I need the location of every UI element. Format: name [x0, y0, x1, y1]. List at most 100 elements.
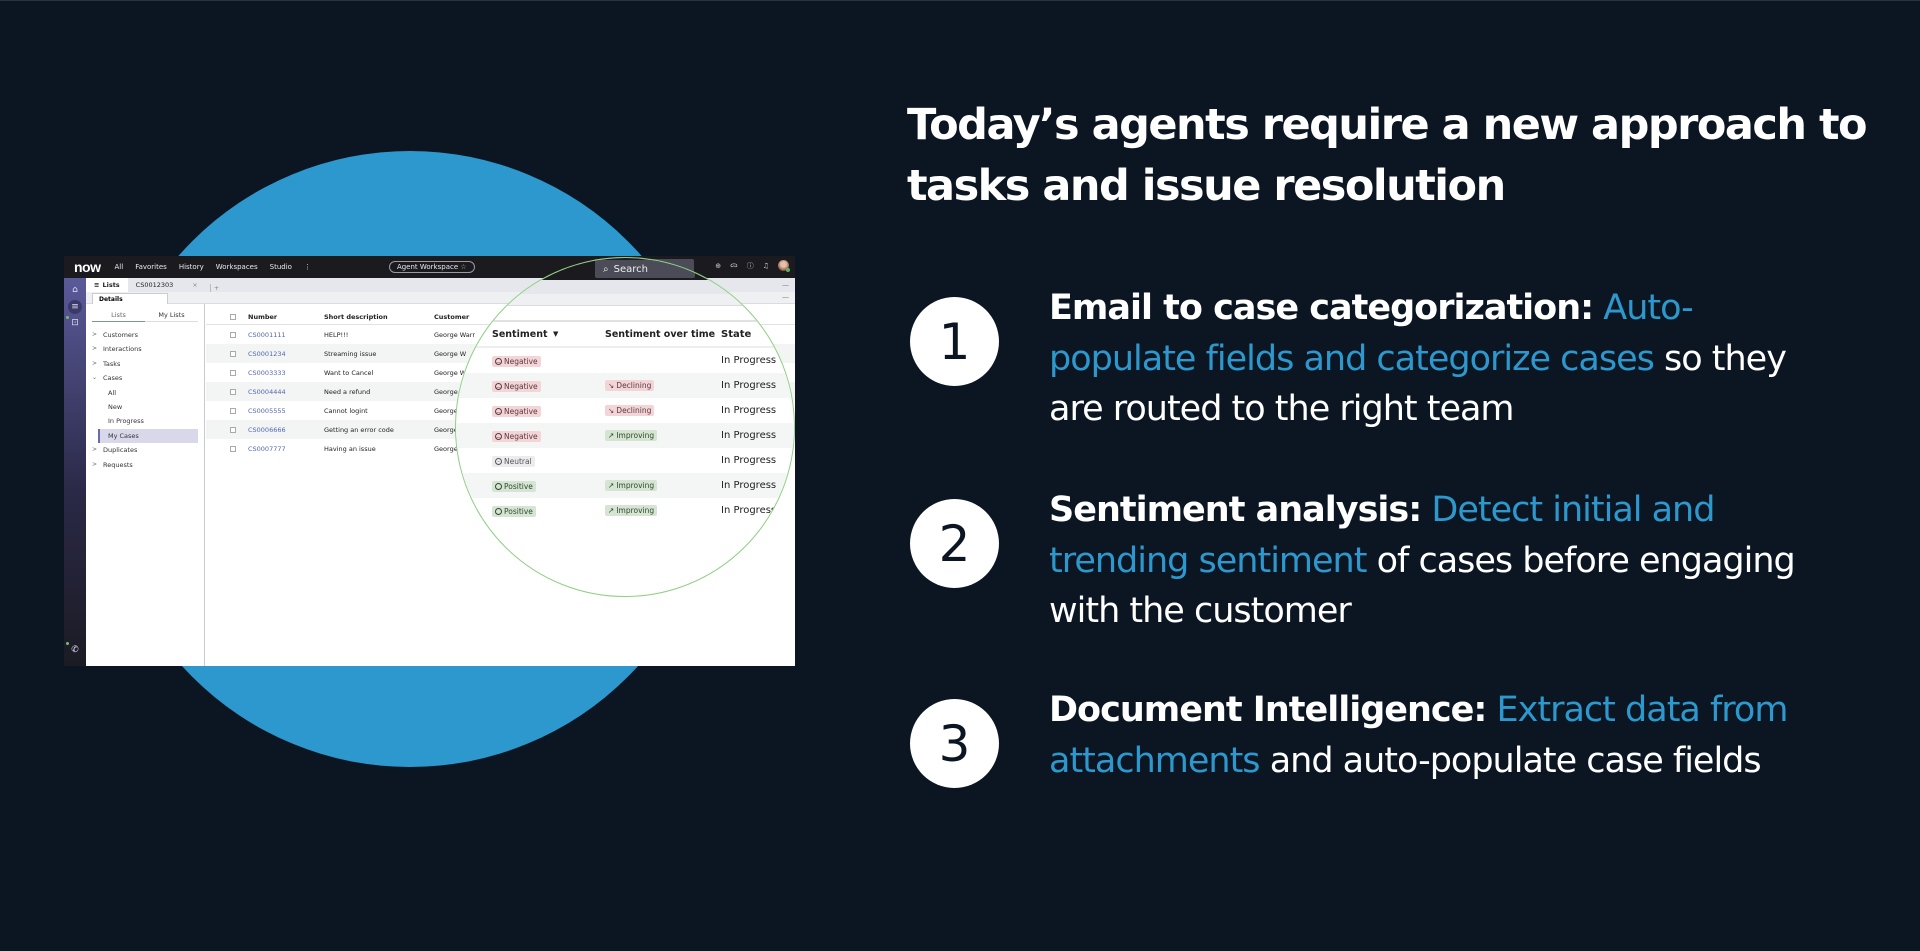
case-description: Streaming issue — [324, 349, 377, 358]
tree-item-label: Customers — [103, 331, 138, 339]
phone-icon[interactable]: ✆ — [68, 643, 82, 657]
tree-item-all[interactable]: All — [86, 386, 204, 400]
tab-lists-panel[interactable]: Lists — [92, 308, 145, 322]
col-sentiment-over-time[interactable]: Sentiment over time — [605, 329, 715, 340]
trend-badge: ↗ Improving — [605, 480, 658, 491]
case-number-link[interactable]: CS0004444 — [248, 388, 286, 396]
trend-badge: ↗ Improving — [605, 430, 658, 441]
sentiment-row[interactable]: ︵ Negative ↘ Declining In Progress — [456, 373, 794, 398]
case-description: Want to Cancel — [324, 368, 374, 377]
tree-item-interactions[interactable]: > Interactions — [86, 342, 204, 356]
trend-badge: ↘ Declining — [605, 380, 655, 391]
trend-down-icon: ↘ — [608, 406, 615, 415]
close-icon[interactable]: × — [192, 281, 197, 289]
chevron-right-icon: > — [92, 460, 98, 468]
nav-studio[interactable]: Studio — [270, 263, 292, 271]
trend-badge: ↗ Improving — [605, 505, 658, 516]
case-customer: George — [434, 387, 458, 396]
case-description: HELP!!! — [324, 330, 349, 339]
tree-item-requests[interactable]: > Requests — [86, 458, 204, 472]
smile-icon: ‿ — [495, 507, 502, 515]
list-icon[interactable]: ≡ — [68, 300, 82, 314]
nav-workspaces[interactable]: Workspaces — [216, 263, 258, 271]
case-customer: George — [434, 444, 458, 453]
case-number-link[interactable]: CS0003333 — [248, 369, 286, 377]
magnified-search-input[interactable]: ⌕ Search — [595, 260, 695, 278]
tab-record[interactable]: CS0012303 × — [128, 278, 206, 292]
tree-item-label: Tasks — [103, 359, 121, 368]
smile-icon: ‿ — [495, 482, 502, 490]
tree-item-tasks[interactable]: > Tasks — [86, 357, 204, 371]
row-checkbox[interactable] — [230, 331, 236, 338]
chevron-right-icon: > — [92, 446, 98, 454]
row-checkbox[interactable] — [230, 445, 236, 452]
neutral-face-icon: – — [495, 457, 502, 465]
nav-more[interactable]: ⋮ — [304, 263, 311, 271]
frown-icon: ︵ — [495, 432, 502, 440]
tab-lists[interactable]: ≡ Lists — [86, 278, 128, 292]
col-short-description[interactable]: Short description — [324, 313, 388, 321]
lists-icon: ≡ — [94, 281, 100, 289]
state-value: In Progress — [721, 380, 777, 391]
trend-label: Declining — [616, 406, 652, 415]
tree-item-new[interactable]: New — [86, 400, 204, 414]
sentiment-row[interactable]: ‿ Positive ↗ Improving In Progress — [456, 498, 794, 523]
nav-all[interactable]: All — [115, 263, 124, 271]
trend-down-icon: ↘ — [608, 381, 615, 390]
sentiment-row[interactable]: – Neutral In Progress — [456, 448, 794, 473]
tree-item-duplicates[interactable]: > Duplicates — [86, 443, 204, 457]
case-number-link[interactable]: CS0006666 — [248, 426, 286, 434]
frown-icon: ︵ — [495, 357, 502, 365]
sentiment-row[interactable]: ‿ Positive ↗ Improving In Progress — [456, 473, 794, 498]
point-rest: and auto-populate case fields — [1269, 740, 1762, 781]
point-text: Document Intelligence: Extract data from… — [1049, 685, 1809, 786]
state-value: In Progress — [721, 430, 777, 441]
trend-up-icon: ↗ — [608, 506, 615, 515]
sentiment-label: Negative — [504, 431, 538, 441]
tab-my-lists[interactable]: My Lists — [145, 311, 198, 319]
sentiment-badge: ‿ Positive — [492, 480, 536, 492]
row-checkbox[interactable] — [230, 426, 236, 433]
case-description: Need a refund — [324, 387, 371, 396]
sentiment-row[interactable]: ︵ Negative In Progress — [456, 348, 794, 373]
nav-favorites[interactable]: Favorites — [135, 263, 167, 271]
row-checkbox[interactable] — [230, 388, 236, 395]
sentiment-badge: ︵ Negative — [492, 405, 541, 417]
state-value: In Progress — [721, 355, 777, 366]
tree-item-cases[interactable]: ⌄ Cases — [86, 371, 204, 385]
sentiment-table-header: Sentiment ▼ Sentiment over time State — [456, 322, 794, 348]
tree-item-customers[interactable]: > Customers — [86, 328, 204, 342]
nav-history[interactable]: History — [179, 263, 204, 271]
magnified-subtab-row — [456, 294, 794, 306]
sentiment-label: Positive — [504, 481, 533, 491]
add-tab-icon[interactable]: + — [209, 284, 219, 292]
tree-item-in-progress[interactable]: In Progress — [86, 414, 204, 428]
col-number[interactable]: Number — [248, 313, 277, 321]
case-number-link[interactable]: CS0007777 — [248, 445, 286, 453]
row-checkbox[interactable] — [230, 369, 236, 376]
point-lead: Email to case categorization: — [1049, 288, 1594, 328]
row-checkbox[interactable] — [230, 407, 236, 414]
case-number-link[interactable]: CS0001111 — [248, 331, 286, 339]
frown-icon: ︵ — [495, 407, 502, 415]
point-lead: Sentiment analysis: — [1049, 490, 1422, 530]
home-icon[interactable]: ⌂ — [68, 283, 82, 297]
case-number-link[interactable]: CS0005555 — [248, 407, 286, 415]
tab-record-label: CS0012303 — [135, 281, 174, 289]
col-state[interactable]: State — [721, 329, 751, 340]
case-description: Getting an error code — [324, 425, 394, 434]
select-all-checkbox[interactable] — [230, 314, 236, 320]
inbox-icon[interactable]: ⊡ — [68, 316, 82, 330]
sentiment-label: Neutral — [504, 456, 532, 466]
case-number-link[interactable]: CS0001234 — [248, 350, 286, 358]
sentiment-label: Positive — [504, 506, 533, 516]
sentiment-row[interactable]: ︵ Negative ↗ Improving In Progress — [456, 423, 794, 448]
row-checkbox[interactable] — [230, 350, 236, 357]
sentiment-row[interactable]: ︵ Negative ↘ Declining In Progress — [456, 398, 794, 423]
trend-up-icon: ↗ — [608, 481, 615, 490]
left-rail: ⌂ ≡ ⊡ ✆ — [64, 278, 86, 666]
frown-icon: ︵ — [495, 382, 502, 390]
sort-caret-icon[interactable]: ▼ — [553, 330, 558, 338]
tree-item-my-cases[interactable]: My Cases — [98, 428, 198, 444]
col-sentiment[interactable]: Sentiment — [492, 329, 548, 340]
